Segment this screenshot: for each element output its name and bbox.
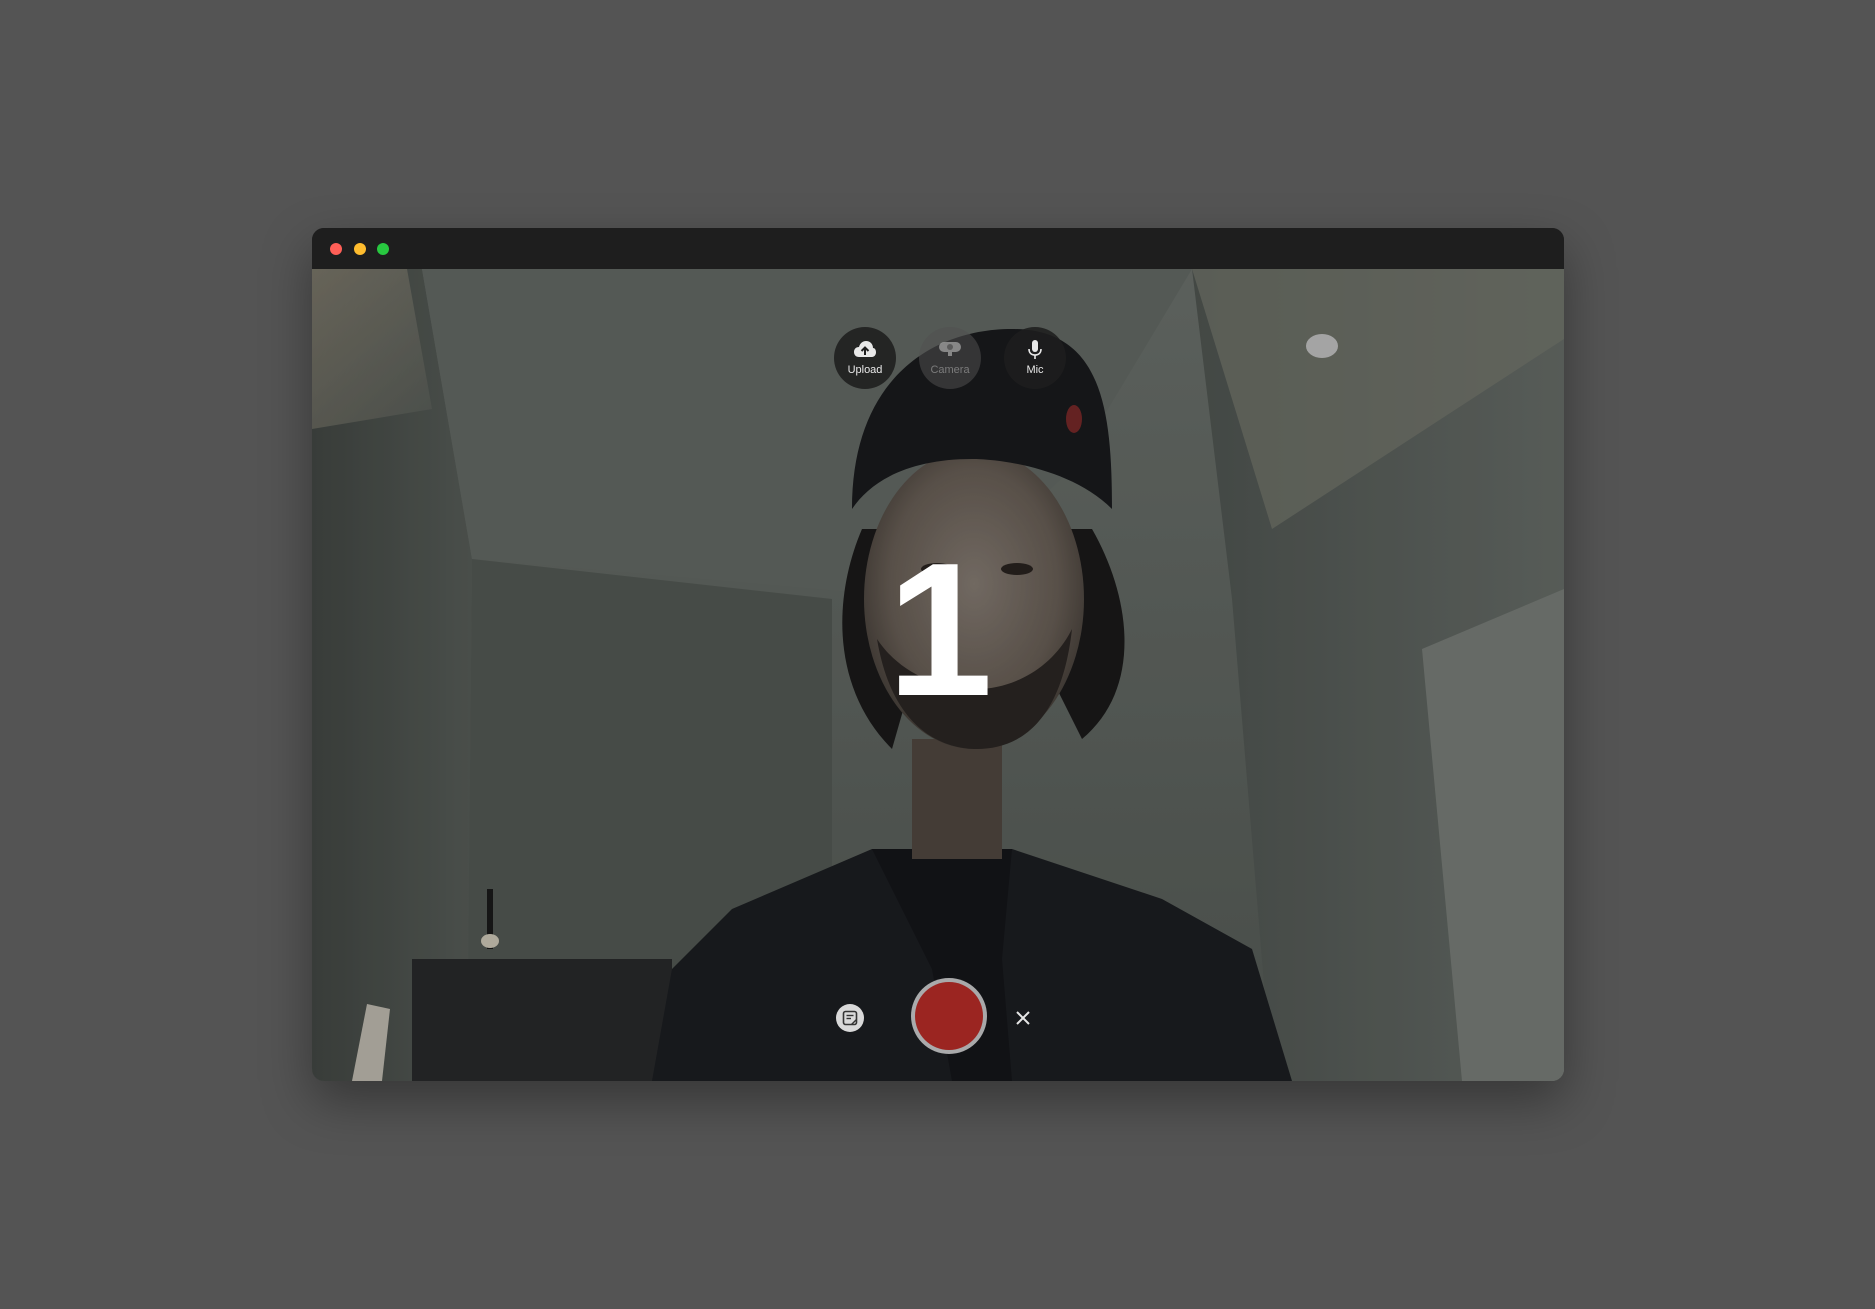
zoom-window-button[interactable] [377,243,389,255]
window-titlebar [312,228,1564,269]
notes-button[interactable] [836,1004,864,1032]
mic-button[interactable]: Mic [1004,327,1066,389]
countdown-number: 1 [887,524,993,736]
camera-label: Camera [930,364,970,376]
mic-label: Mic [1026,364,1044,376]
close-window-button[interactable] [330,243,342,255]
upload-label: Upload [847,364,883,376]
source-controls: Upload Camera Mic [312,327,1564,391]
upload-button[interactable]: Upload [834,327,896,389]
microphone-icon [1028,340,1042,359]
recording-controls [312,975,1564,1055]
recorder-window: Upload Camera Mic 1 [312,228,1564,1081]
record-button[interactable] [911,978,987,1054]
close-icon[interactable] [1010,1005,1036,1031]
cloud-upload-icon [854,341,876,357]
record-icon [915,982,983,1050]
notes-icon [842,1010,858,1026]
webcam-icon [939,342,961,356]
camera-button[interactable]: Camera [919,327,981,389]
minimize-window-button[interactable] [354,243,366,255]
camera-preview: Upload Camera Mic 1 [312,269,1564,1081]
